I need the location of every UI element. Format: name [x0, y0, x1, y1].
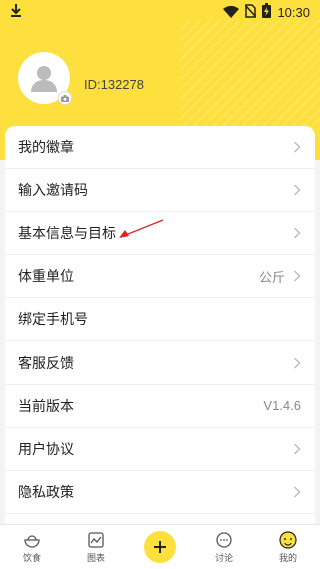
user-silhouette-icon	[31, 66, 57, 92]
settings-list: 我的徽章 输入邀请码 基本信息与目标 体重单位 公斤 绑定手机号 客服反馈 当前…	[5, 126, 315, 524]
bowl-icon	[24, 534, 40, 548]
menu-item-label: 体重单位	[18, 269, 74, 286]
header-pattern	[180, 20, 320, 130]
tab-label: 饮食	[22, 553, 41, 564]
tab-label: 讨论	[214, 553, 233, 564]
battery-icon	[262, 2, 272, 22]
download-icon	[10, 3, 22, 21]
plus-icon	[144, 531, 176, 563]
menu-item-user-agreement[interactable]: 用户协议	[5, 428, 315, 471]
status-bar: 10:30	[0, 0, 320, 24]
menu-item-label: 我的徽章	[18, 140, 74, 157]
no-sim-icon	[244, 3, 258, 22]
chevron-right-icon	[294, 270, 301, 282]
menu-item-weight-unit[interactable]: 体重单位 公斤	[5, 255, 315, 299]
menu-item-badges[interactable]: 我的徽章	[5, 126, 315, 170]
menu-item-privacy-policy[interactable]: 隐私政策	[5, 471, 315, 514]
chart-icon	[88, 531, 104, 548]
menu-item-label: 用户协议	[18, 441, 74, 458]
tab-discussion[interactable]: 讨论	[192, 525, 256, 569]
menu-item-label: 基本信息与目标	[18, 226, 116, 243]
menu-item-invite-code[interactable]: 输入邀请码	[5, 169, 315, 213]
menu-item-feedback[interactable]: 客服反馈	[5, 341, 315, 385]
tab-mine[interactable]: 我的	[256, 525, 320, 569]
menu-item-version: 当前版本 V1.4.6	[5, 385, 315, 428]
chat-icon	[216, 531, 232, 548]
chevron-right-icon	[294, 486, 301, 498]
version-value: V1.4.6	[263, 398, 301, 414]
user-id: ID:132278	[84, 77, 144, 92]
tab-label: 我的	[278, 553, 297, 564]
tab-label: 图表	[86, 553, 105, 564]
menu-item-basic-info[interactable]: 基本信息与目标	[5, 212, 315, 256]
smiley-icon	[279, 530, 297, 549]
bottom-tab-bar: 饮食 图表 讨论 我的	[0, 524, 320, 569]
tab-add[interactable]	[128, 525, 192, 569]
weight-unit-value: 公斤	[258, 269, 285, 285]
menu-item-label: 当前版本	[18, 398, 74, 415]
menu-item-bind-phone[interactable]: 绑定手机号	[5, 298, 315, 342]
chevron-right-icon	[294, 227, 301, 239]
tab-charts[interactable]: 图表	[64, 525, 128, 569]
chevron-right-icon	[294, 357, 301, 369]
menu-item-label: 输入邀请码	[18, 183, 88, 200]
wifi-icon	[223, 3, 240, 22]
tab-diet[interactable]: 饮食	[0, 525, 64, 569]
menu-item-label: 隐私政策	[18, 484, 74, 501]
menu-item-label: 绑定手机号	[18, 312, 88, 329]
status-time: 10:30	[277, 4, 310, 20]
chevron-right-icon	[294, 443, 301, 455]
chevron-right-icon	[294, 141, 301, 153]
chevron-right-icon	[294, 184, 301, 196]
camera-icon[interactable]	[58, 91, 72, 105]
menu-item-label: 客服反馈	[18, 355, 74, 372]
